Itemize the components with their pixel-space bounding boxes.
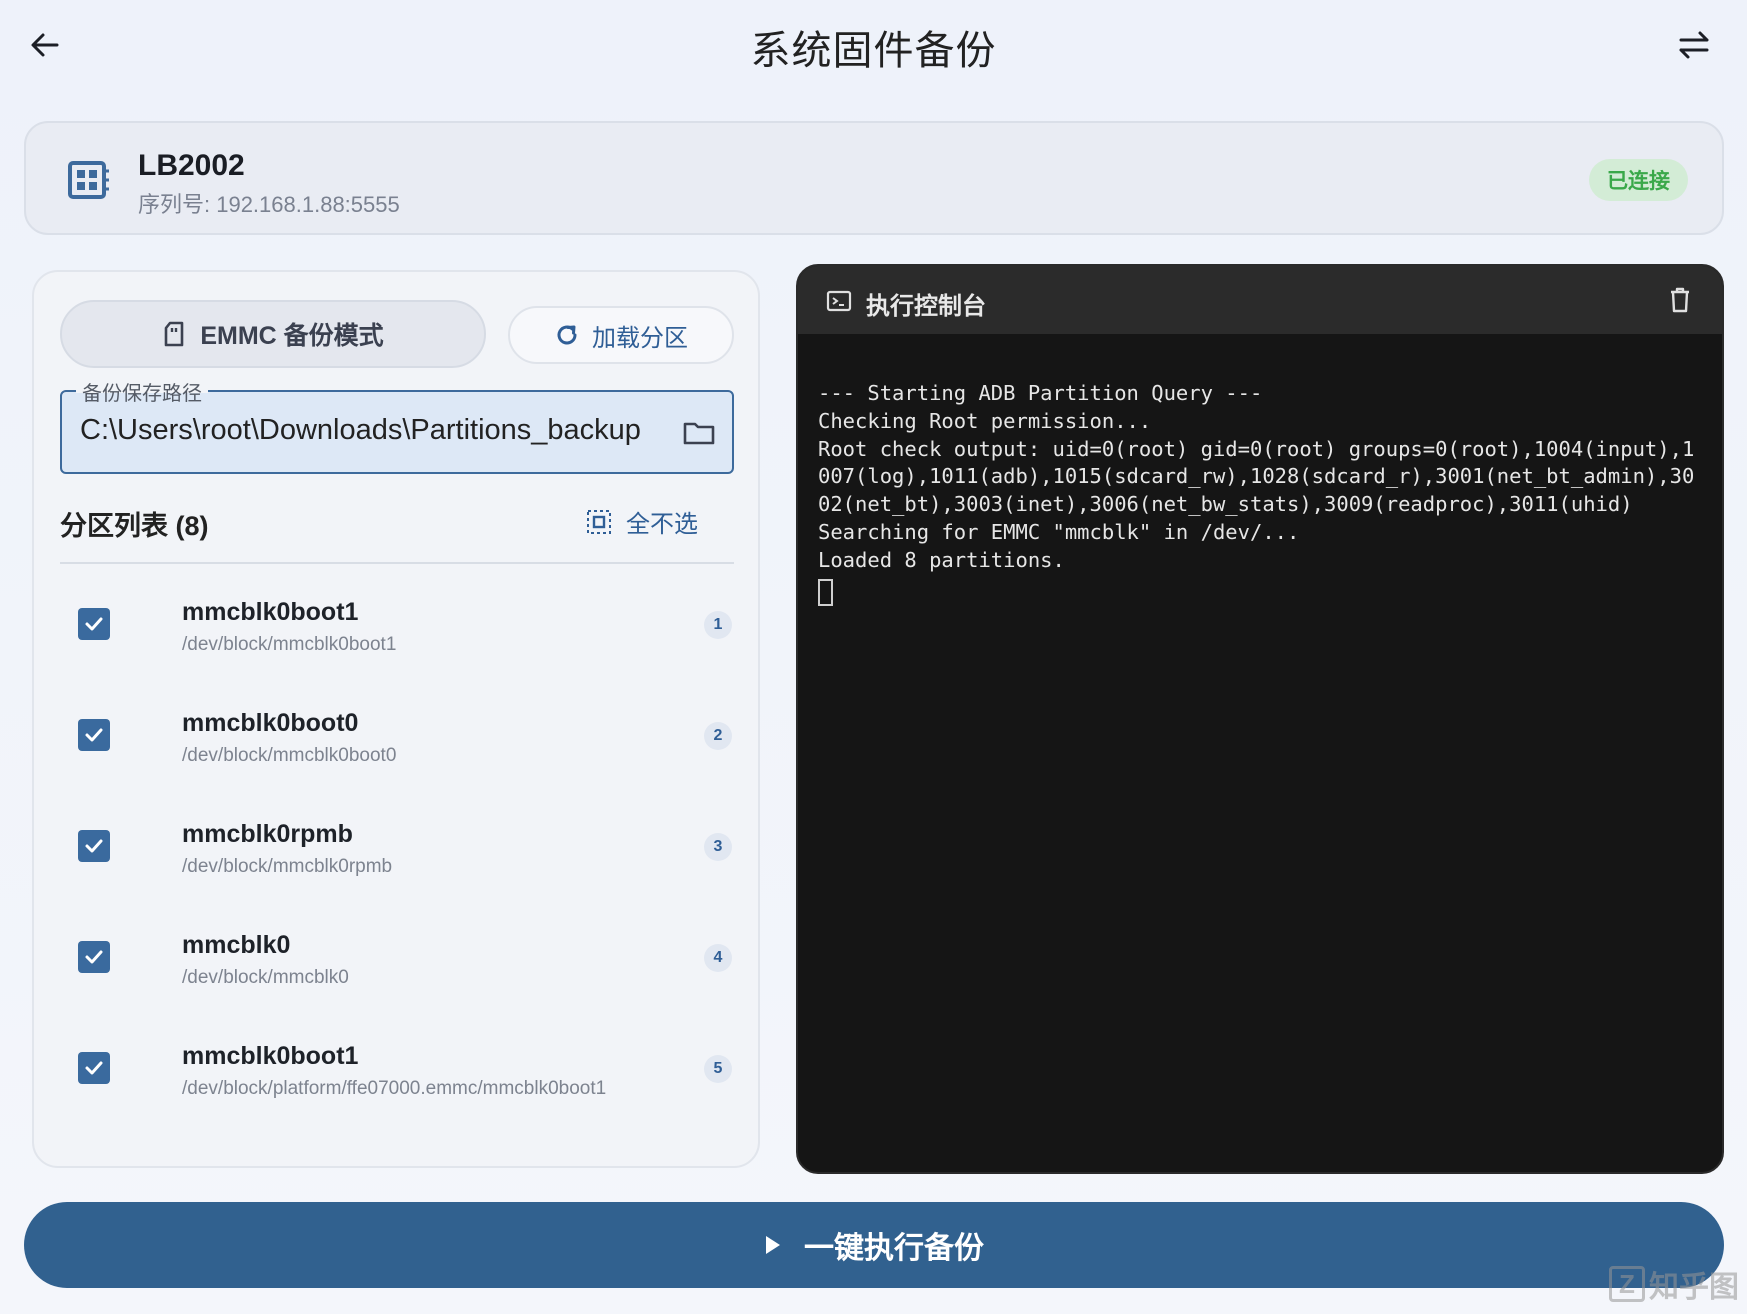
refresh-icon [557, 325, 577, 345]
console-line: Checking Root permission... [818, 408, 1152, 433]
checkbox-checked-icon [85, 839, 103, 853]
console-output: --- Starting ADB Partition Query --- Che… [818, 380, 1714, 606]
partition-path: /dev/block/mmcblk0boot0 [182, 745, 397, 766]
swap-button[interactable] [1671, 24, 1717, 66]
execute-backup-label: 一键执行备份 [804, 1232, 984, 1265]
partition-name: mmcblk0rpmb [182, 820, 353, 848]
swap-icon [1679, 31, 1709, 59]
partition-path: /dev/block/mmcblk0boot1 [182, 634, 397, 655]
backup-path-label: 备份保存路径 [76, 377, 208, 406]
partition-checkbox[interactable] [78, 608, 110, 640]
partition-name: mmcblk0boot1 [182, 598, 359, 626]
chip-icon [68, 161, 109, 199]
partition-index-badge: 1 [704, 611, 732, 639]
partition-name: mmcblk0boot0 [182, 709, 359, 737]
page-title: 系统固件备份 [750, 29, 997, 73]
execute-backup-button[interactable]: 一键执行备份 [24, 1202, 1724, 1288]
partition-list: mmcblk0boot1 /dev/block/mmcblk0boot1 1 m… [60, 582, 734, 1137]
partition-checkbox[interactable] [78, 1052, 110, 1084]
partition-row[interactable]: mmcblk0 /dev/block/mmcblk0 4 [60, 915, 734, 1026]
checkbox-checked-icon [85, 617, 103, 631]
list-divider [60, 562, 734, 564]
watermark: Z 知乎图 [1609, 1262, 1739, 1306]
emmc-mode-button[interactable]: EMMC 备份模式 [60, 300, 486, 368]
partition-row[interactable]: mmcblk0rpmb /dev/block/mmcblk0rpmb 3 [60, 804, 734, 915]
console-title: 执行控制台 [866, 293, 986, 320]
partition-list-title: 分区列表 (8) [60, 511, 209, 541]
emmc-mode-label: EMMC 备份模式 [200, 322, 384, 350]
device-serial: 序列号: 192.168.1.88:5555 [138, 192, 400, 217]
device-name: LB2002 [138, 149, 245, 182]
status-badge: 已连接 [1589, 159, 1688, 201]
console-line: Searching for EMMC "mmcblk" in /dev/... [818, 519, 1300, 544]
play-icon [766, 1236, 780, 1254]
console-line: 02(net_bt),3003(inet),3006(net_bw_stats)… [818, 492, 1633, 517]
load-partitions-button[interactable]: 加载分区 [508, 306, 734, 364]
partition-index-badge: 2 [704, 722, 732, 750]
checkbox-checked-icon [85, 950, 103, 964]
console-line: 007(log),1011(adb),1015(sdcard_rw),1028(… [818, 464, 1695, 489]
watermark-text: 知乎图 [1649, 1271, 1739, 1304]
console-cursor [818, 578, 833, 606]
partition-index-badge: 4 [704, 944, 732, 972]
partition-checkbox[interactable] [78, 719, 110, 751]
folder-icon[interactable] [682, 416, 716, 450]
terminal-icon [826, 290, 852, 312]
partition-checkbox[interactable] [78, 941, 110, 973]
partition-name: mmcblk0boot1 [182, 1042, 359, 1070]
load-partitions-label: 加载分区 [592, 324, 688, 352]
console-header: 执行控制台 [798, 266, 1722, 334]
device-card: LB2002 序列号: 192.168.1.88:5555 已连接 [24, 121, 1724, 235]
backup-path-input[interactable]: C:\Users\root\Downloads\Partitions_backu… [80, 414, 660, 447]
console-line: --- Starting ADB Partition Query --- [818, 381, 1263, 405]
checkbox-checked-icon [85, 728, 103, 742]
backup-path-field[interactable]: 备份保存路径 C:\Users\root\Downloads\Partition… [60, 377, 734, 474]
partition-row[interactable]: mmcblk0boot1 /dev/block/mmcblk0boot1 1 [60, 582, 734, 693]
execution-console: 执行控制台 --- Starting ADB Partition Query -… [796, 264, 1724, 1174]
trash-icon[interactable] [1668, 286, 1692, 314]
top-bar: 系统固件备份 [0, 0, 1747, 100]
sd-card-icon [165, 321, 184, 347]
watermark-mark: Z [1609, 1266, 1645, 1302]
select-all-icon [587, 509, 611, 534]
deselect-all-label: 全不选 [626, 511, 698, 538]
partition-row[interactable]: mmcblk0boot1 /dev/block/platform/ffe0700… [60, 1026, 734, 1137]
partition-name: mmcblk0 [182, 931, 291, 959]
partition-index-badge: 5 [704, 1055, 732, 1083]
partition-path: /dev/block/mmcblk0 [182, 967, 349, 988]
partition-path: /dev/block/mmcblk0rpmb [182, 856, 393, 877]
partition-row[interactable]: mmcblk0boot0 /dev/block/mmcblk0boot0 2 [60, 693, 734, 804]
partition-panel: EMMC 备份模式 加载分区 备份保存路径 C:\Users\root\Down… [32, 270, 760, 1168]
partition-index-badge: 3 [704, 833, 732, 861]
partition-checkbox[interactable] [78, 830, 110, 862]
console-line: Root check output: uid=0(root) gid=0(roo… [818, 436, 1695, 461]
console-line: Loaded 8 partitions. [818, 547, 1065, 572]
partition-path: /dev/block/platform/ffe07000.emmc/mmcblk… [182, 1078, 607, 1099]
deselect-all-button[interactable]: 全不选 [586, 504, 698, 539]
checkbox-checked-icon [85, 1061, 103, 1075]
